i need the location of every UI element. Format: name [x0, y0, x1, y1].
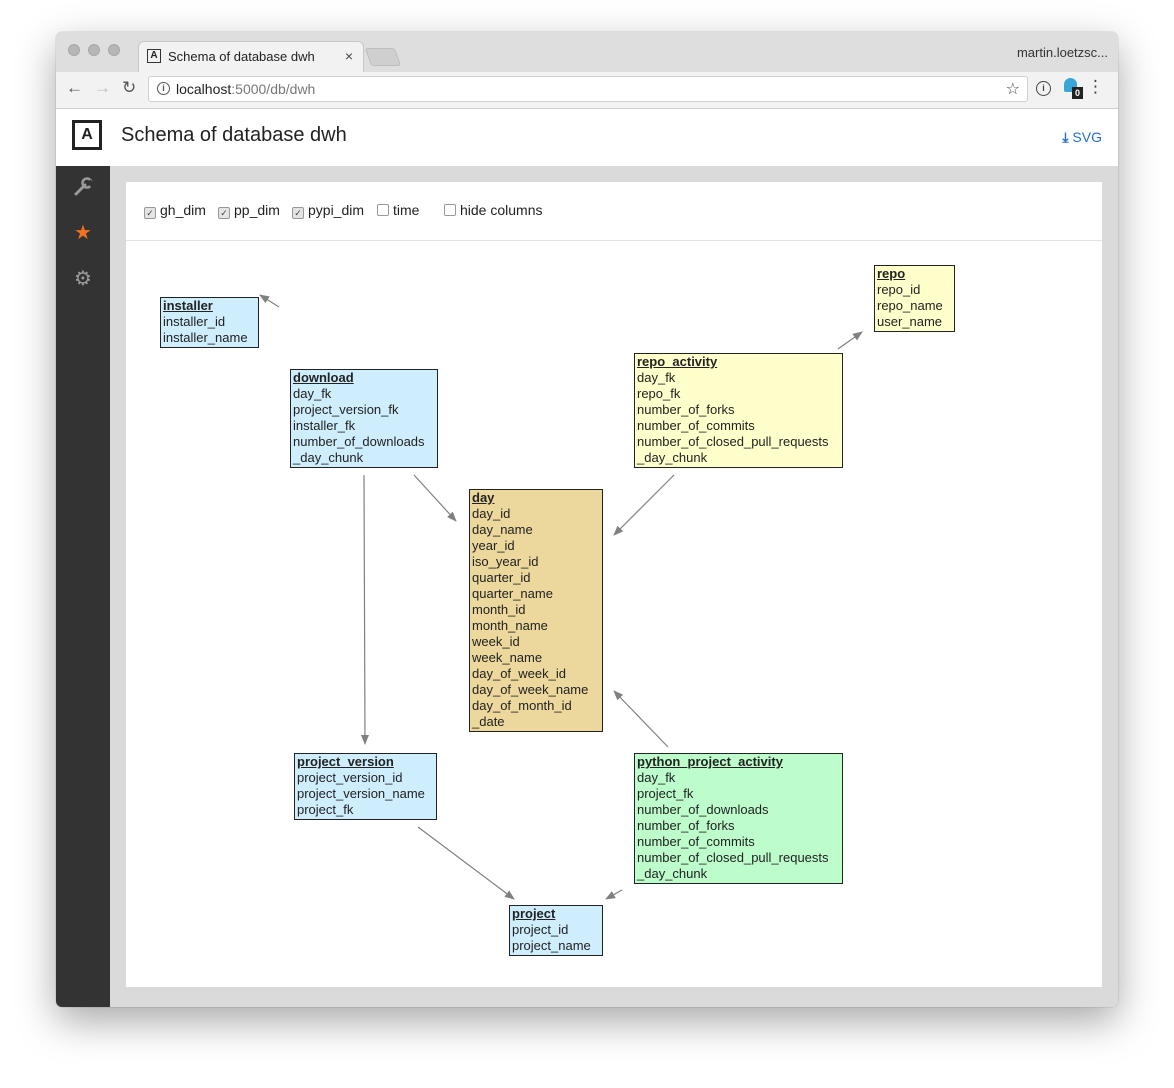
sidebar: ★ ⚙ [56, 166, 110, 1007]
close-window-button[interactable] [68, 44, 80, 56]
favicon-icon: A [147, 49, 161, 63]
edge-ppa-project [605, 889, 623, 900]
table-installer[interactable]: installer installer_id installer_name [160, 297, 259, 348]
checkbox-icon[interactable]: ✓ [144, 207, 156, 219]
table-download[interactable]: download day_fk project_version_fk insta… [290, 369, 438, 468]
new-tab-button[interactable] [364, 48, 402, 66]
tab-bar: A Schema of database dwh × martin.loetzs… [56, 32, 1118, 72]
download-icon: ⤓ [1062, 129, 1069, 145]
checkbox-icon[interactable]: ✓ [218, 207, 230, 219]
tab-title: Schema of database dwh [168, 49, 315, 64]
app-logo[interactable]: A [72, 120, 102, 150]
info-icon[interactable]: i [157, 82, 170, 95]
edge-repo-activity-day [613, 474, 675, 536]
bookmark-star-icon[interactable]: ☆ [1006, 79, 1020, 99]
schema-diagram: installer installer_id installer_name do… [126, 241, 1102, 987]
table-day[interactable]: day day_id day_name year_id iso_year_id … [469, 489, 603, 732]
forward-arrow-icon[interactable]: → [94, 78, 111, 98]
wrench-icon[interactable] [56, 176, 110, 204]
page-title: Schema of database dwh [121, 124, 347, 146]
extension-badge: 0 [1072, 87, 1083, 99]
address-bar[interactable]: i localhost:5000/db/dwh ☆ [148, 76, 1028, 102]
schema-card: ✓ gh_dim ✓ pp_dim ✓ pypi_dim time hide colu… [126, 182, 1102, 987]
password-extension-icon[interactable]: i [1036, 81, 1051, 96]
url-text[interactable]: localhost:5000/db/dwh [176, 81, 315, 97]
edge-repo-activity-repo [837, 331, 863, 350]
checkbox-icon[interactable]: ✓ [292, 207, 304, 219]
table-repo-activity[interactable]: repo_activity day_fk repo_fk number_of_f… [634, 353, 843, 468]
edge-download-day [413, 474, 457, 522]
tab-close-icon[interactable]: × [345, 48, 353, 64]
star-icon[interactable]: ★ [56, 220, 110, 245]
gear-icon[interactable]: ⚙ [56, 266, 110, 291]
browser-tab[interactable]: A Schema of database dwh × [138, 41, 364, 72]
edge-ppa-day [613, 690, 669, 748]
relation-edges [259, 294, 863, 900]
back-arrow-icon[interactable]: ← [66, 78, 83, 98]
browser-window: A Schema of database dwh × martin.loetzs… [56, 32, 1118, 1007]
edge-download-project-version [360, 474, 369, 745]
filter-pypi-dim[interactable]: ✓ pypi_dim [292, 202, 364, 219]
filter-hide-columns[interactable]: hide columns [444, 202, 543, 218]
maximize-window-button[interactable] [108, 44, 120, 56]
ghost-extension-icon[interactable]: 0 [1064, 78, 1084, 100]
minimize-window-button[interactable] [88, 44, 100, 56]
table-project[interactable]: project project_id project_name [509, 905, 603, 956]
profile-name[interactable]: martin.loetzsc... [1017, 45, 1108, 60]
download-svg-label: SVG [1072, 129, 1102, 145]
edge-project-version-project [417, 826, 515, 900]
download-svg-link[interactable]: ⤓ SVG [1062, 129, 1102, 146]
checkbox-icon[interactable] [377, 204, 389, 216]
reload-icon[interactable]: ↻ [122, 78, 136, 98]
table-repo[interactable]: repo repo_id repo_name user_name [874, 265, 955, 332]
filter-pp-dim[interactable]: ✓ pp_dim [218, 202, 280, 219]
browser-toolbar: ← → ↻ i localhost:5000/db/dwh ☆ i 0 ⋮ [56, 72, 1118, 109]
filter-gh-dim[interactable]: ✓ gh_dim [144, 202, 206, 219]
checkbox-icon[interactable] [444, 204, 456, 216]
table-python-project-activity[interactable]: python_project_activity day_fk project_f… [634, 753, 843, 884]
edge-download-installer [259, 294, 280, 308]
filter-time[interactable]: time [377, 202, 419, 218]
main-content: ✓ gh_dim ✓ pp_dim ✓ pypi_dim time hide colu… [110, 166, 1118, 1007]
app-header: A Schema of database dwh ⤓ SVG [56, 109, 1118, 166]
browser-menu-icon[interactable]: ⋮ [1087, 78, 1104, 96]
filter-bar: ✓ gh_dim ✓ pp_dim ✓ pypi_dim time hide colu… [126, 182, 1102, 241]
table-project-version[interactable]: project_version project_version_id proje… [294, 753, 437, 820]
